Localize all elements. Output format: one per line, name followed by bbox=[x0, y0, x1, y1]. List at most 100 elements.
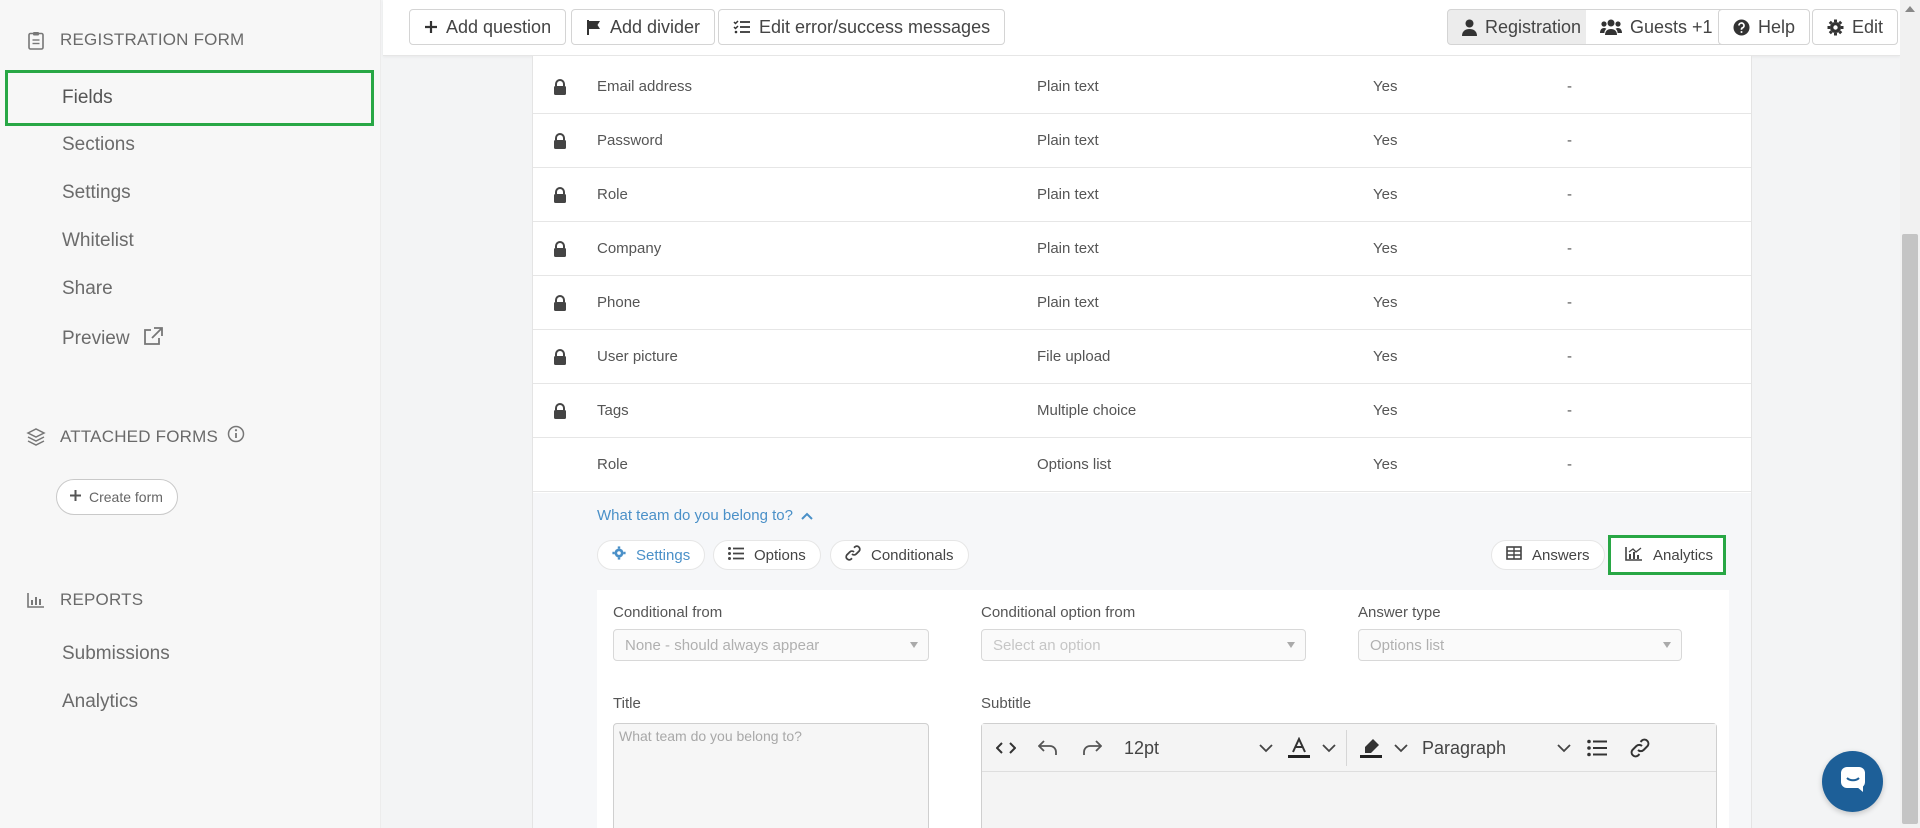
plus-icon bbox=[424, 20, 438, 34]
sidebar-item-label: Submissions bbox=[62, 643, 170, 664]
field-type: Plain text bbox=[1037, 132, 1099, 149]
layers-icon bbox=[26, 427, 46, 447]
insert-link-icon[interactable] bbox=[1629, 736, 1651, 760]
field-type: Plain text bbox=[1037, 186, 1099, 203]
title-textarea[interactable]: What team do you belong to? bbox=[613, 723, 929, 828]
title-label: Title bbox=[613, 695, 641, 712]
sidebar-item-sections[interactable]: Sections bbox=[62, 134, 135, 156]
edit-messages-label: Edit error/success messages bbox=[759, 16, 991, 37]
lock-icon bbox=[553, 187, 567, 203]
create-form-button[interactable]: Create form bbox=[56, 479, 178, 515]
guests-view-button[interactable]: Guests +1 bbox=[1586, 9, 1728, 45]
sidebar: REGISTRATION FORM Fields Sections Settin… bbox=[0, 0, 381, 828]
flag-icon bbox=[586, 19, 602, 36]
select-placeholder: Select an option bbox=[993, 636, 1101, 654]
highlight-icon[interactable] bbox=[1360, 736, 1382, 760]
field-name: Tags bbox=[597, 402, 629, 419]
answer-type-select[interactable]: Options list bbox=[1358, 629, 1682, 661]
table-row[interactable]: Email address Plain text Yes - bbox=[533, 60, 1751, 114]
field-required: Yes bbox=[1373, 186, 1398, 203]
table-row[interactable]: Role Options list Yes - bbox=[533, 438, 1751, 492]
gear-icon bbox=[612, 546, 626, 564]
tab-label: Analytics bbox=[1653, 546, 1714, 564]
tab-options[interactable]: Options bbox=[713, 540, 821, 570]
sidebar-item-whitelist[interactable]: Whitelist bbox=[62, 230, 134, 252]
conditional-from-select[interactable]: None - should always appear bbox=[613, 629, 929, 661]
field-required: Yes bbox=[1373, 132, 1398, 149]
sidebar-item-fields[interactable]: Fields bbox=[5, 70, 374, 126]
chevron-down-icon[interactable] bbox=[1394, 736, 1408, 760]
redo-icon[interactable] bbox=[1082, 736, 1102, 760]
tab-answers[interactable]: Answers bbox=[1491, 540, 1605, 570]
chat-launcher-button[interactable] bbox=[1822, 751, 1883, 812]
question-toggle-link[interactable]: What team do you belong to? bbox=[597, 507, 813, 524]
bullet-list-icon[interactable] bbox=[1587, 736, 1607, 760]
text-color-icon[interactable] bbox=[1288, 736, 1310, 760]
edit-label: Edit bbox=[1852, 16, 1884, 37]
table-row[interactable]: Role Plain text Yes - bbox=[533, 168, 1751, 222]
undo-icon[interactable] bbox=[1038, 736, 1058, 760]
question-circle-icon bbox=[1733, 19, 1750, 36]
chevron-down-icon[interactable] bbox=[1557, 736, 1571, 760]
sidebar-item-settings[interactable]: Settings bbox=[62, 182, 131, 204]
field-extra: - bbox=[1567, 186, 1572, 203]
source-code-icon[interactable] bbox=[996, 736, 1016, 760]
field-required: Yes bbox=[1373, 456, 1398, 473]
chat-icon bbox=[1839, 765, 1867, 798]
sidebar-item-submissions[interactable]: Submissions bbox=[62, 643, 170, 665]
gear-icon bbox=[1827, 19, 1844, 36]
field-type: Multiple choice bbox=[1037, 402, 1137, 419]
sidebar-item-label: Sections bbox=[62, 134, 135, 155]
sidebar-item-analytics[interactable]: Analytics bbox=[62, 691, 138, 713]
chart-line-icon bbox=[1625, 546, 1643, 565]
tab-label: Answers bbox=[1532, 546, 1590, 564]
field-name: Role bbox=[597, 186, 628, 203]
attached-forms-heading: ATTACHED FORMS bbox=[26, 425, 245, 448]
add-divider-label: Add divider bbox=[610, 16, 701, 37]
block-format-select[interactable]: Paragraph bbox=[1422, 736, 1506, 760]
help-label: Help bbox=[1758, 16, 1796, 37]
edit-button[interactable]: Edit bbox=[1812, 9, 1899, 45]
users-icon bbox=[1600, 19, 1622, 35]
table-row[interactable]: Tags Multiple choice Yes - bbox=[533, 384, 1751, 438]
chevron-down-icon[interactable] bbox=[1259, 736, 1273, 760]
table-row[interactable]: Phone Plain text Yes - bbox=[533, 276, 1751, 330]
answer-type-label: Answer type bbox=[1358, 604, 1441, 621]
field-extra: - bbox=[1567, 456, 1572, 473]
help-button[interactable]: Help bbox=[1718, 9, 1811, 45]
chevron-down-icon[interactable] bbox=[1322, 736, 1336, 760]
caret-down-icon bbox=[910, 642, 918, 648]
sidebar-item-label: Whitelist bbox=[62, 230, 134, 251]
info-icon[interactable] bbox=[227, 425, 245, 448]
field-type: Plain text bbox=[1037, 294, 1099, 311]
editor-toolbar: 12pt Paragraph bbox=[982, 724, 1716, 772]
tab-settings[interactable]: Settings bbox=[597, 540, 706, 570]
field-type: Plain text bbox=[1037, 240, 1099, 257]
scrollbar-thumb[interactable] bbox=[1902, 234, 1918, 824]
caret-down-icon bbox=[1663, 642, 1671, 648]
checklist-icon bbox=[733, 19, 751, 35]
add-divider-button[interactable]: Add divider bbox=[571, 9, 716, 45]
sidebar-item-preview[interactable]: Preview bbox=[62, 326, 164, 352]
tab-analytics[interactable]: Analytics bbox=[1608, 535, 1726, 575]
sidebar-item-share[interactable]: Share bbox=[62, 278, 113, 300]
font-size-select[interactable]: 12pt bbox=[1124, 736, 1159, 760]
reports-label: REPORTS bbox=[60, 590, 144, 609]
conditional-option-select[interactable]: Select an option bbox=[981, 629, 1306, 661]
conditional-from-label: Conditional from bbox=[613, 604, 723, 621]
scroll-up-arrow-icon[interactable] bbox=[1905, 6, 1915, 12]
table-row[interactable]: User picture File upload Yes - bbox=[533, 330, 1751, 384]
tab-conditionals[interactable]: Conditionals bbox=[830, 540, 969, 570]
edit-messages-button[interactable]: Edit error/success messages bbox=[718, 9, 1006, 45]
settings-form: Conditional from None - should always ap… bbox=[597, 590, 1729, 828]
subtitle-rich-text-editor[interactable]: 12pt Paragraph bbox=[981, 723, 1717, 828]
select-value: None - should always appear bbox=[625, 636, 820, 654]
table-row[interactable]: Password Plain text Yes - bbox=[533, 114, 1751, 168]
list-icon bbox=[728, 546, 744, 564]
link-icon bbox=[845, 545, 861, 565]
field-name: Role bbox=[597, 456, 628, 473]
table-row[interactable]: Company Plain text Yes - bbox=[533, 222, 1751, 276]
subtitle-label: Subtitle bbox=[981, 695, 1032, 712]
registration-view-button[interactable]: Registration bbox=[1447, 9, 1597, 45]
add-question-button[interactable]: Add question bbox=[409, 9, 567, 45]
